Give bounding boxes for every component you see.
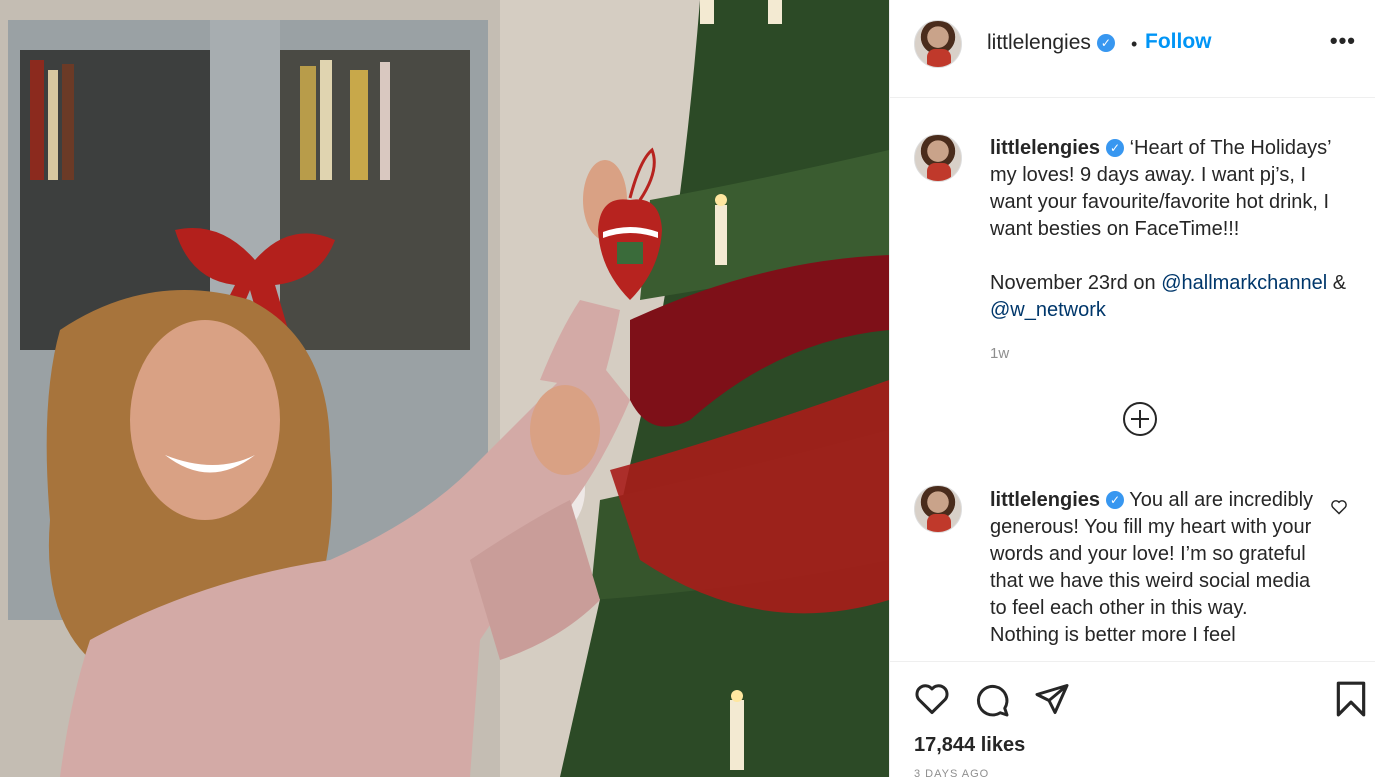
save-bookmark-icon[interactable]: [1334, 680, 1368, 718]
more-options-icon[interactable]: •••: [1330, 28, 1356, 54]
caption-timestamp[interactable]: 1w: [990, 345, 1009, 362]
like-heart-icon[interactable]: [914, 682, 950, 716]
comment-like-heart-icon[interactable]: [1330, 499, 1348, 515]
photo-illustration: [0, 0, 889, 777]
post-actions: 17,844 likes 3 DAYS AGO: [890, 661, 1375, 780]
comment-body: You all are incredibly generous! You fil…: [990, 489, 1314, 646]
post-header: littlelengies ✓ • Follow •••: [890, 0, 1375, 98]
author-username[interactable]: littlelengies ✓: [987, 31, 1115, 55]
follow-button[interactable]: Follow: [1145, 30, 1212, 54]
caption-verified-icon: ✓: [1106, 139, 1125, 157]
mention-hallmarkchannel[interactable]: @hallmarkchannel: [1161, 272, 1327, 294]
caption-text: littlelengies ✓ ‘Heart of The Holidays’ m…: [990, 135, 1350, 324]
post-photo[interactable]: [0, 0, 889, 777]
load-more-comments-icon[interactable]: [1123, 402, 1157, 436]
comment-username[interactable]: littlelengies: [990, 489, 1100, 511]
author-avatar[interactable]: [914, 20, 962, 68]
comment-text: littlelengies ✓ You all are incredibly ge…: [990, 487, 1320, 649]
header-separator: •: [1131, 34, 1138, 54]
share-paper-plane-icon[interactable]: [1034, 682, 1070, 716]
comment-avatar[interactable]: [914, 485, 962, 533]
mention-w-network[interactable]: @w_network: [990, 299, 1106, 321]
comment-verified-icon: ✓: [1106, 491, 1125, 509]
caption-username[interactable]: littlelengies: [990, 137, 1100, 159]
caption-line2-middle: &: [1327, 272, 1347, 294]
comment-bubble-icon[interactable]: [974, 682, 1010, 718]
verified-badge-icon: ✓: [1096, 34, 1115, 52]
comments-section[interactable]: littlelengies ✓ ‘Heart of The Holidays’ m…: [890, 99, 1375, 661]
post-date[interactable]: 3 DAYS AGO: [914, 768, 989, 780]
caption-line2-prefix: November 23rd on: [990, 272, 1162, 294]
author-username-text[interactable]: littlelengies: [987, 31, 1091, 54]
post-side-panel: littlelengies ✓ • Follow ••• littlelengie…: [889, 0, 1375, 780]
caption-avatar[interactable]: [914, 134, 962, 182]
likes-count[interactable]: 17,844 likes: [914, 734, 1025, 757]
